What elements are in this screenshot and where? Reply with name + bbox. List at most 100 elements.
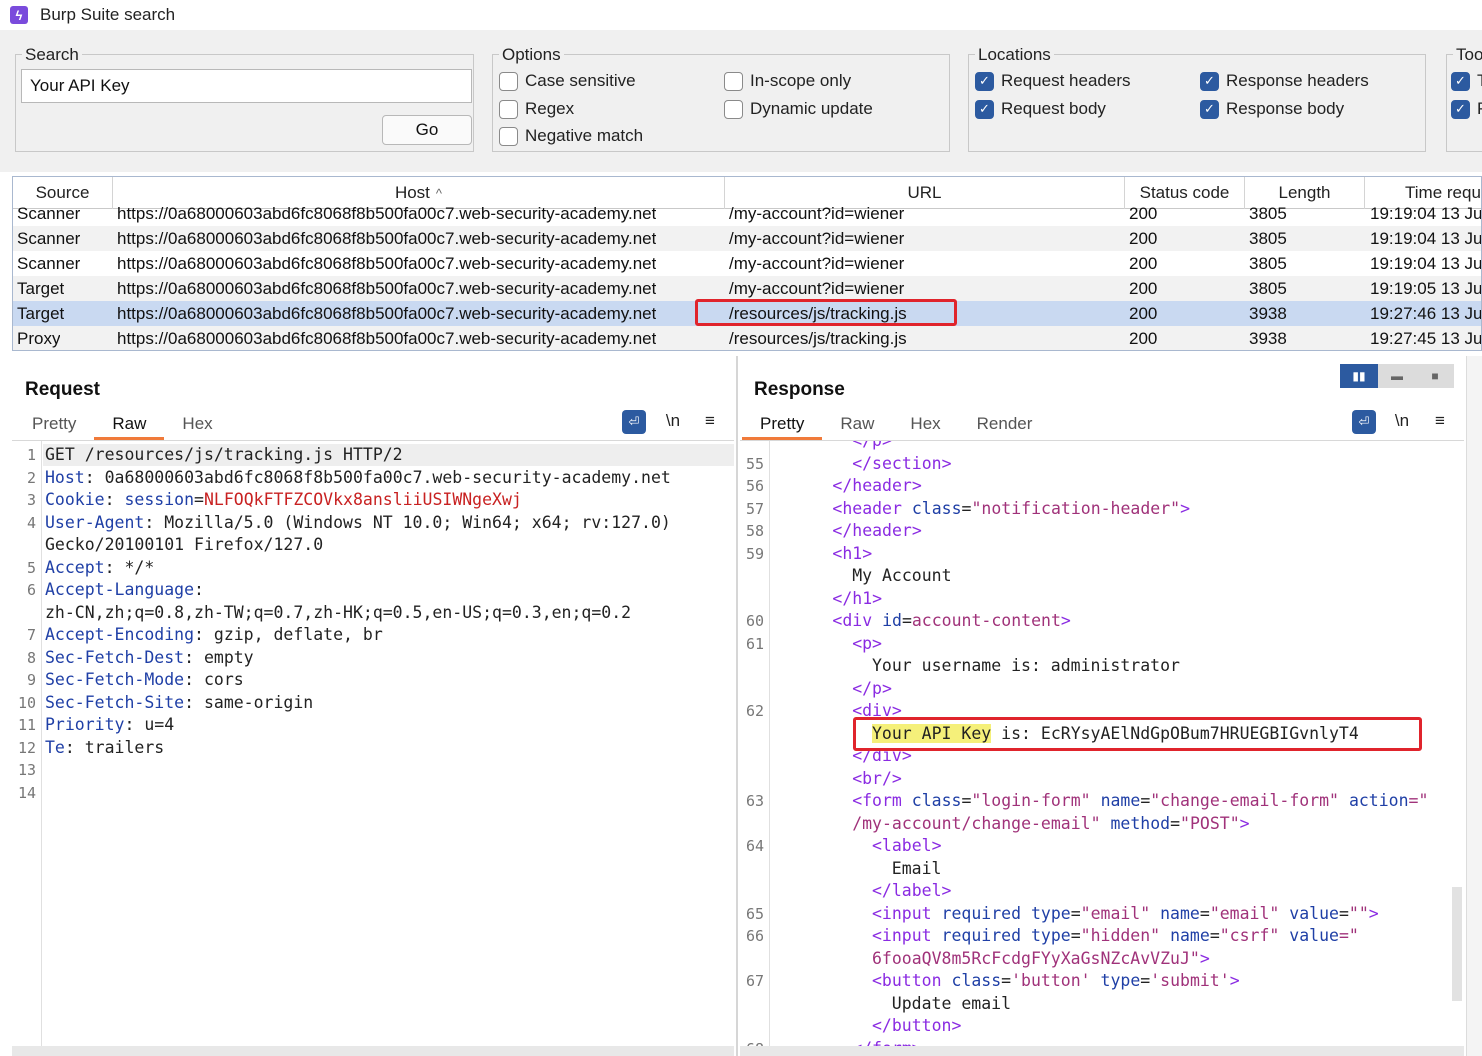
line-number (740, 441, 764, 452)
code-token: : gzip, deflate, br (194, 625, 383, 644)
request-tab-raw[interactable]: Raw (94, 410, 165, 440)
option-label: Case sensitive (525, 71, 636, 90)
location-request-body[interactable]: ✓ Request body (975, 99, 1106, 119)
tool-option-1[interactable]: ✓T (1451, 71, 1482, 91)
line-number: 5 (26, 558, 36, 577)
layout-side-by-side-icon[interactable]: ▮▮ (1340, 364, 1378, 388)
menu-icon[interactable]: ≡ (1428, 409, 1452, 433)
response-tab-raw[interactable]: Raw (822, 410, 892, 440)
code-token: = (1209, 926, 1220, 945)
word-wrap-icon[interactable]: ⏎ (622, 410, 646, 434)
code-token: id (882, 611, 902, 630)
code-line: </p> (852, 440, 892, 452)
line-number: 62 (745, 702, 764, 720)
option-negative-match[interactable]: Negative match (499, 126, 643, 146)
search-group: Search Go (15, 45, 474, 152)
search-input[interactable] (21, 69, 472, 103)
table-row[interactable]: Scanner https://0a68000603abd6fc8068f8b50… (13, 201, 1481, 226)
code-token: = (1140, 971, 1151, 990)
code-token: </p> (852, 440, 892, 450)
layout-tabbed-icon[interactable]: ■ (1416, 364, 1454, 388)
table-row[interactable]: Scanner https://0a68000603abd6fc8068f8b50… (13, 226, 1481, 251)
request-tabs: Pretty Raw Hex (14, 410, 231, 440)
go-button[interactable]: Go (382, 115, 472, 145)
cell-url: /resources/js/tracking.js (729, 329, 907, 348)
line-number: 1 (26, 446, 36, 464)
code-token: <input (872, 926, 942, 945)
code-token: Host (45, 467, 85, 487)
response-tab-render[interactable]: Render (959, 410, 1051, 440)
code-token: 'submit' (1150, 971, 1230, 990)
code-token: <form (852, 791, 912, 810)
code-line: <input required type="hidden" name="csrf… (872, 925, 1359, 947)
option-in-scope-only[interactable]: In-scope only (724, 71, 851, 91)
location-response-body[interactable]: ✓ Response body (1200, 99, 1344, 119)
code-line: <button class='button' type='submit'> (872, 970, 1240, 992)
request-editor[interactable]: 1 GET /resources/js/tracking.js HTTP/2 2 Ho… (12, 440, 734, 1046)
request-tab-pretty[interactable]: Pretty (14, 410, 94, 440)
code-token: required (941, 903, 1031, 923)
code-token: action (1348, 791, 1409, 810)
locations-group: Locations ✓ Request headers ✓ Response hea… (968, 45, 1426, 152)
code-token: My Account (852, 566, 952, 585)
code-token: value (1289, 903, 1339, 923)
host-header-label: Host (394, 183, 430, 202)
cell-time: 19:19:04 13 Jul (1370, 254, 1482, 273)
option-dynamic-update[interactable]: Dynamic update (724, 99, 873, 119)
api-key-highlight-box (853, 717, 1422, 751)
cell-host: https://0a68000603abd6fc8068f8b500fa00c7… (117, 279, 657, 298)
show-newlines-icon[interactable]: \n (661, 409, 685, 433)
line-number: 60 (745, 612, 764, 630)
cell-length: 3805 (1249, 279, 1287, 298)
cell-host: https://0a68000603abd6fc8068f8b500fa00c7… (117, 204, 657, 223)
code-line: <label> (872, 835, 942, 857)
line-number (740, 678, 764, 700)
cell-length: 3805 (1249, 204, 1287, 223)
location-response-headers[interactable]: ✓ Response headers (1200, 71, 1369, 91)
tool-option-2[interactable]: ✓P (1451, 99, 1482, 119)
response-scrollbar[interactable] (1452, 887, 1462, 1001)
code-token: type (1100, 971, 1141, 990)
sort-asc-icon: ^ (435, 185, 443, 201)
code-token: 6fooaQV8m5RcFcdgFYyXaGsNZcAvVZuJ" (872, 948, 1200, 968)
option-regex[interactable]: Regex (499, 99, 574, 119)
code-line: Gecko/20100101 Firefox/127.0 (45, 534, 323, 556)
code-token: </label> (872, 881, 952, 900)
line-number: 12 (17, 738, 36, 757)
request-tab-hex[interactable]: Hex (164, 410, 230, 440)
code-token: = (194, 490, 204, 509)
title-bar: ϟ Burp Suite search (0, 0, 1482, 30)
side-inspector-strip[interactable] (1466, 356, 1482, 1056)
table-row[interactable]: Scanner https://0a68000603abd6fc8068f8b50… (13, 251, 1482, 276)
code-token: = (1070, 903, 1081, 923)
line-number: 14 (17, 783, 36, 802)
response-search-bar[interactable] (740, 1046, 1464, 1056)
line-number (740, 768, 764, 790)
response-tab-pretty[interactable]: Pretty (742, 410, 823, 440)
code-token: name (1160, 903, 1200, 923)
location-request-headers[interactable]: ✓ Request headers (975, 71, 1130, 91)
code-token: User-Agent (45, 512, 145, 532)
table-row[interactable]: Proxy https://0a68000603abd6fc8068f8b500f… (13, 326, 1481, 350)
option-case-sensitive[interactable]: Case sensitive (499, 71, 636, 91)
code-token: method (1110, 813, 1171, 833)
table-row[interactable]: Target https://0a68000603abd6fc8068f8b500… (13, 276, 1481, 301)
line-number: 8 (26, 648, 36, 667)
word-wrap-icon[interactable]: ⏎ (1352, 410, 1376, 434)
cell-length: 3938 (1249, 329, 1287, 348)
code-token: > (1229, 971, 1240, 990)
layout-stacked-icon[interactable]: ▬ (1378, 364, 1416, 388)
checkmark-icon: ✓ (1200, 71, 1219, 91)
cell-status: 200 (1129, 204, 1158, 223)
request-search-bar[interactable] (12, 1046, 734, 1056)
line-number: 67 (745, 972, 764, 990)
split-divider[interactable] (736, 356, 738, 1056)
code-token: account-content (911, 611, 1061, 630)
show-newlines-icon[interactable]: \n (1390, 409, 1414, 433)
menu-icon[interactable]: ≡ (698, 409, 722, 433)
response-tab-hex[interactable]: Hex (892, 410, 958, 440)
checkmark-icon: ✓ (1451, 99, 1470, 119)
